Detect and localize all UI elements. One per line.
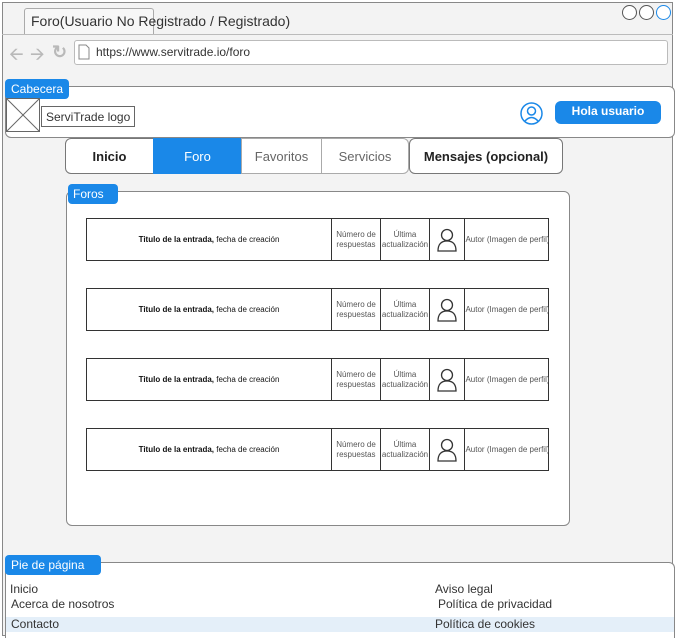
last-update: Última actualización [381, 429, 430, 470]
entry-title-cell[interactable]: Titulo de la entrada, fecha de creación [87, 359, 332, 400]
entry-title: Titulo de la entrada, [138, 444, 215, 454]
tab-mensajes[interactable]: Mensajes (opcional) [409, 138, 563, 174]
reload-icon[interactable]: ↻ [52, 42, 67, 63]
logo-image-icon [6, 98, 40, 132]
hola-usuario-button[interactable]: Hola usuario [555, 101, 661, 124]
footer-link-privacidad[interactable]: Política de privacidad [438, 597, 552, 611]
user-profile-icon[interactable] [520, 102, 543, 125]
entry-title: Titulo de la entrada, [138, 304, 215, 314]
footer-section-label: Pie de página [5, 555, 101, 575]
entry-date: fecha de creación [214, 444, 280, 454]
forums-section-label: Foros [68, 184, 118, 204]
header-section-label: Cabecera [5, 79, 70, 99]
entry-date: fecha de creación [214, 304, 280, 314]
last-update: Última actualización [381, 289, 430, 330]
author-avatar-cell [430, 289, 465, 330]
page-icon [78, 44, 90, 60]
back-arrow-icon[interactable]: 🡨 [9, 42, 24, 72]
last-update: Última actualización [381, 359, 430, 400]
author-avatar-cell [430, 429, 465, 470]
reply-count: Número de respuestas [332, 289, 381, 330]
tab-favoritos[interactable]: Favoritos [241, 138, 322, 174]
footer-highlight-row [6, 617, 674, 632]
author-avatar-cell [430, 219, 465, 260]
footer-link-cookies[interactable]: Política de cookies [435, 617, 535, 631]
author-name[interactable]: Autor (Imagen de perfil) [465, 289, 550, 330]
forward-arrow-icon[interactable]: 🡪 [30, 42, 45, 72]
window-close-icon[interactable] [656, 5, 671, 20]
tab-divider [2, 34, 673, 35]
forum-row[interactable]: Titulo de la entrada, fecha de creación … [86, 288, 550, 331]
tab-servicios[interactable]: Servicios [321, 138, 409, 174]
entry-title-cell[interactable]: Titulo de la entrada, fecha de creación [87, 289, 332, 330]
forum-row[interactable]: Titulo de la entrada, fecha de creación … [86, 428, 550, 471]
url-text: https://www.servitrade.io/foro [96, 45, 251, 59]
last-update: Última actualización [381, 219, 430, 260]
entry-date: fecha de creación [214, 374, 280, 384]
author-name[interactable]: Autor (Imagen de perfil) [465, 359, 550, 400]
footer-link-acerca[interactable]: Acerca de nosotros [11, 597, 114, 611]
entry-date: fecha de creación [214, 234, 280, 244]
author-avatar-icon [437, 438, 457, 462]
reply-count: Número de respuestas [332, 429, 381, 470]
window-maximize-icon[interactable] [639, 5, 654, 20]
entry-title: Titulo de la entrada, [138, 234, 215, 244]
forum-row[interactable]: Titulo de la entrada, fecha de creación … [86, 218, 550, 261]
entry-title-cell[interactable]: Titulo de la entrada, fecha de creación [87, 429, 332, 470]
footer-link-inicio[interactable]: Inicio [10, 582, 38, 596]
entry-title-cell[interactable]: Titulo de la entrada, fecha de creación [87, 219, 332, 260]
entry-title: Titulo de la entrada, [138, 374, 215, 384]
author-avatar-icon [437, 228, 457, 252]
author-avatar-icon [437, 298, 457, 322]
author-avatar-cell [430, 359, 465, 400]
reply-count: Número de respuestas [332, 219, 381, 260]
footer-link-aviso-legal[interactable]: Aviso legal [435, 582, 493, 596]
forum-row[interactable]: Titulo de la entrada, fecha de creación … [86, 358, 550, 401]
window-minimize-icon[interactable] [622, 5, 637, 20]
tab-foro[interactable]: Foro [153, 138, 242, 174]
logo-text[interactable]: ServiTrade logo [41, 106, 135, 127]
footer-link-contacto[interactable]: Contacto [11, 617, 59, 631]
author-name[interactable]: Autor (Imagen de perfil) [465, 429, 550, 470]
browser-tab[interactable]: Foro(Usuario No Registrado / Registrado) [24, 8, 290, 34]
author-name[interactable]: Autor (Imagen de perfil) [465, 219, 550, 260]
reply-count: Número de respuestas [332, 359, 381, 400]
tab-inicio[interactable]: Inicio [65, 138, 154, 174]
author-avatar-icon [437, 368, 457, 392]
